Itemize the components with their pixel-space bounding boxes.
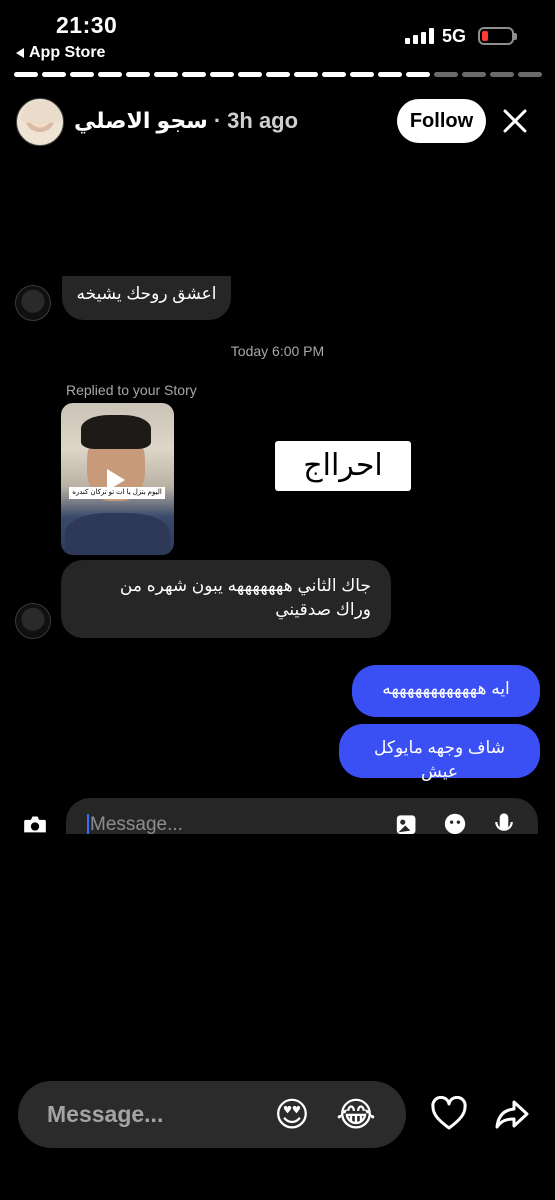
battery-icon — [478, 27, 517, 45]
story-progress-segment — [14, 72, 38, 77]
story-progress-segment — [126, 72, 150, 77]
story-progress-segment — [518, 72, 542, 77]
story-progress-segment — [462, 72, 486, 77]
sticker-icon — [444, 813, 466, 834]
incoming-message-bubble: جاك الثاني هههههههه يبون شهره من وراك صد… — [61, 560, 391, 638]
camera-icon — [24, 816, 46, 833]
heart-eyes-emoji-reaction[interactable]: 😍 — [272, 1095, 312, 1135]
story-progress-segment — [378, 72, 402, 77]
story-progress-segment — [350, 72, 374, 77]
follow-button[interactable]: Follow — [397, 99, 486, 143]
story-progress-bar — [14, 72, 542, 77]
story-progress-segment — [182, 72, 206, 77]
back-arrow-icon — [16, 48, 24, 58]
story-progress-segment — [322, 72, 346, 77]
story-progress-segment — [210, 72, 234, 77]
microphone-icon — [495, 813, 513, 831]
story-progress-segment — [490, 72, 514, 77]
story-author[interactable]: سجو الاصلي · 3h ago — [74, 108, 298, 134]
network-type: 5G — [442, 26, 467, 46]
share-icon[interactable] — [494, 1096, 530, 1132]
date-separator: Today 6:00 PM — [230, 343, 325, 359]
heart-icon[interactable] — [430, 1096, 468, 1132]
story-author-avatar[interactable] — [16, 98, 64, 146]
story-progress-segment — [98, 72, 122, 77]
laughing-emoji-reaction[interactable]: 😂 — [336, 1095, 376, 1135]
incoming-message-bubble: اعشق روحك يشيخه — [62, 276, 231, 320]
close-icon[interactable] — [502, 108, 528, 134]
outgoing-message-bubble: شاف وجهه مايوكل عيش — [339, 724, 540, 781]
text-sticker: احرااج — [275, 441, 411, 491]
gallery-icon — [396, 815, 416, 834]
separator-dot: · — [213, 108, 222, 133]
story-progress-segment — [434, 72, 458, 77]
status-time: 21:30 — [56, 12, 118, 38]
play-icon — [107, 469, 125, 491]
sender-avatar — [15, 285, 51, 321]
back-app-label: App Store — [29, 44, 106, 61]
dm-composer-placeholder: Message... — [90, 814, 183, 834]
story-progress-segment — [42, 72, 66, 77]
reply-input-placeholder[interactable]: Message... — [47, 1101, 163, 1128]
outgoing-message-bubble: ايه ههههههههههههه — [352, 665, 540, 717]
story-progress-segment — [294, 72, 318, 77]
replied-to-story-label: Replied to your Story — [66, 382, 197, 398]
signal-icon — [405, 28, 434, 44]
story-progress-segment — [154, 72, 178, 77]
story-thumbnail: اليوم بتزل يا ات تو تركان كندره — [61, 403, 174, 555]
story-reply-bar[interactable]: Message... 😍 😂 — [18, 1081, 406, 1148]
story-progress-segment — [70, 72, 94, 77]
story-progress-segment — [406, 72, 430, 77]
back-to-app-link[interactable]: App Store — [16, 44, 105, 62]
story-author-name[interactable]: سجو الاصلي — [74, 108, 208, 134]
story-time-ago: 3h ago — [227, 108, 299, 133]
story-progress-segment — [266, 72, 290, 77]
sender-avatar — [15, 603, 51, 639]
story-progress-segment — [238, 72, 262, 77]
